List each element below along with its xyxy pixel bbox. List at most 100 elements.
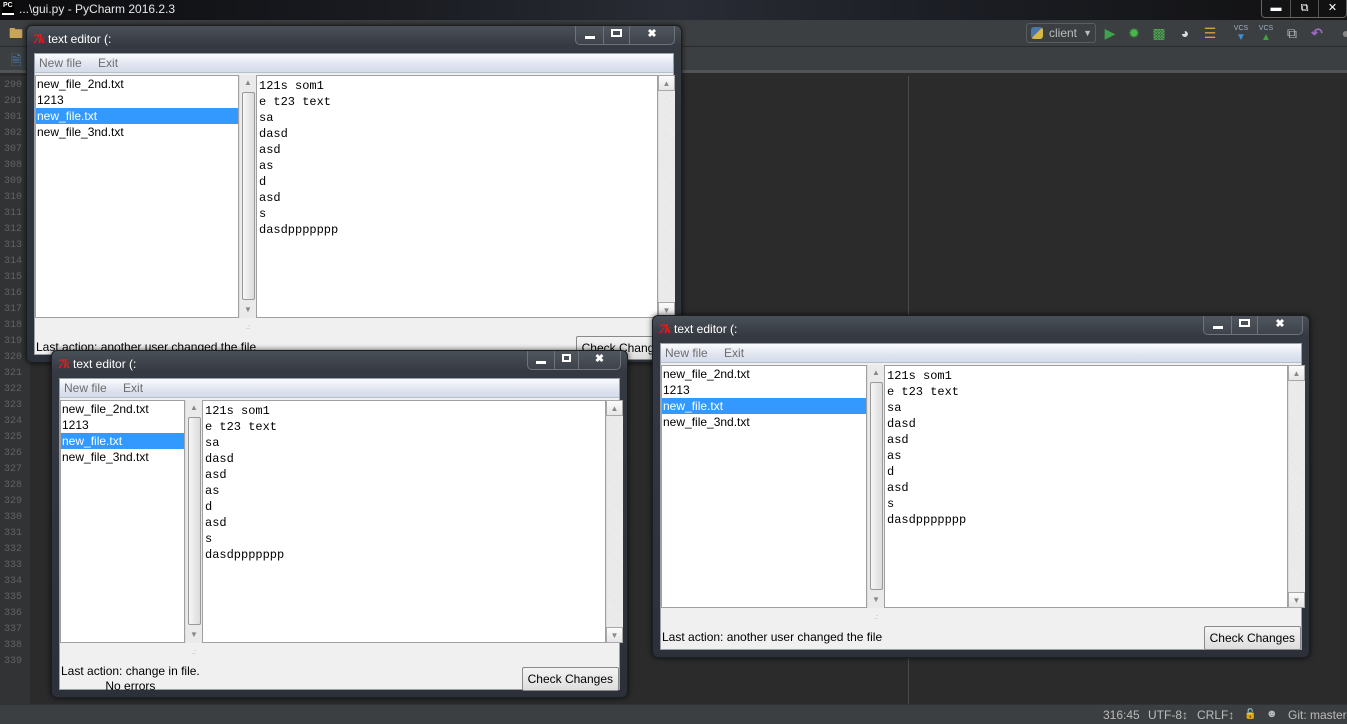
scroll-up-icon[interactable]: ▲ <box>1288 365 1305 381</box>
hector-inspector-icon[interactable]: ☻ <box>1266 708 1278 720</box>
file-list-item[interactable]: new_file_2nd.txt <box>36 76 238 92</box>
minimize-icon <box>536 360 546 364</box>
file-listbox[interactable]: new_file_2nd.txt 1213 new_file.txt new_file… <box>60 400 185 643</box>
vcs-history-icon[interactable]: ⧉ <box>1283 24 1301 42</box>
line-number: 313 <box>4 240 23 251</box>
line-number: 335 <box>4 592 23 603</box>
maximize-button[interactable] <box>554 351 578 369</box>
file-content-text[interactable]: 121s som1 e t23 text sa dasd asd as d asd s dasdp… <box>202 400 606 643</box>
window-controls: ✖ <box>527 351 621 370</box>
line-number: 316 <box>4 288 23 299</box>
text-scrollbar[interactable]: ▲ ▼ <box>658 75 675 318</box>
status-label: Last action: another user changed the fi… <box>662 630 882 645</box>
profile-icon[interactable]: ◕ <box>1176 24 1194 42</box>
scrollbar-thumb[interactable] <box>870 382 883 590</box>
python-icon <box>1031 27 1043 39</box>
file-list-item[interactable]: new_file.txt <box>61 433 184 449</box>
resize-grip-icon[interactable]: .: <box>192 649 196 656</box>
file-listbox[interactable]: new_file_2nd.txt 1213 new_file.txt new_file… <box>661 365 867 608</box>
file-list-item[interactable]: new_file_3nd.txt <box>61 449 184 465</box>
file-list-scrollbar[interactable]: ▲ ▼ <box>867 365 884 608</box>
scrollbar-thumb[interactable] <box>242 92 255 300</box>
check-changes-button[interactable]: Check Changes <box>1203 626 1301 650</box>
vcs-branch[interactable]: Git: master <box>1288 708 1347 722</box>
file-list-item[interactable]: new_file_2nd.txt <box>662 366 866 382</box>
scroll-down-icon[interactable]: ▼ <box>186 627 202 643</box>
file-encoding[interactable]: UTF-8↕ <box>1148 708 1188 722</box>
close-icon: ✖ <box>647 28 657 40</box>
coverage-icon[interactable]: ▩ <box>1150 24 1168 42</box>
text-scrollbar[interactable]: ▲ ▼ <box>606 400 623 643</box>
run-icon[interactable]: ▶ <box>1101 24 1119 42</box>
revert-icon[interactable]: ↶ <box>1308 24 1326 42</box>
text-line: as <box>205 484 220 498</box>
scrollbar-thumb[interactable] <box>188 417 201 625</box>
file-list-item[interactable]: new_file_2nd.txt <box>61 401 184 417</box>
menu-exit[interactable]: Exit <box>98 56 118 70</box>
ide-minimize-button[interactable]: ▬ <box>1262 0 1290 17</box>
resize-grip-icon[interactable]: .: <box>874 614 878 621</box>
vcs-update-icon[interactable]: VCS ▼ <box>1232 25 1250 43</box>
file-list-item[interactable]: 1213 <box>662 382 866 398</box>
open-folder-icon[interactable]: 🖿 <box>7 24 25 42</box>
line-separator[interactable]: CRLF↕ <box>1197 708 1234 722</box>
scroll-down-icon[interactable]: ▼ <box>606 627 623 643</box>
text-line: dasdppppppp <box>259 223 339 237</box>
file-list-item[interactable]: new_file_3nd.txt <box>36 124 238 140</box>
python-file-icon[interactable]: 🗎 <box>7 51 25 69</box>
scroll-up-icon[interactable]: ▲ <box>658 75 675 91</box>
resize-grip-icon[interactable]: .: <box>246 324 250 331</box>
scroll-up-icon[interactable]: ▲ <box>186 400 202 416</box>
close-button[interactable]: ✖ <box>578 351 620 369</box>
maximize-button[interactable] <box>603 26 629 44</box>
scroll-down-icon[interactable]: ▼ <box>240 302 256 318</box>
menu-exit[interactable]: Exit <box>123 381 143 395</box>
file-list-item[interactable]: new_file.txt <box>36 108 238 124</box>
debug-icon[interactable]: ✹ <box>1125 24 1143 42</box>
minimize-button[interactable] <box>528 351 554 369</box>
close-button[interactable]: ✖ <box>629 26 674 44</box>
scroll-up-icon[interactable]: ▲ <box>606 400 623 416</box>
menu-new-file[interactable]: New file <box>64 381 107 395</box>
lock-icon[interactable]: 🔓 <box>1244 709 1256 720</box>
vcs-commit-icon[interactable]: VCS ▲ <box>1257 25 1275 43</box>
scroll-down-icon[interactable]: ▼ <box>1288 592 1305 608</box>
file-list-item[interactable]: 1213 <box>61 417 184 433</box>
line-number: 314 <box>4 256 23 267</box>
close-button[interactable]: ✖ <box>1257 316 1302 334</box>
ide-restore-button[interactable]: ⧉ <box>1290 0 1318 17</box>
toolbar-overflow-icon[interactable]: ● <box>1337 24 1347 42</box>
maximize-button[interactable] <box>1231 316 1257 334</box>
line-number: 302 <box>4 128 23 139</box>
menu-new-file[interactable]: New file <box>665 346 708 360</box>
concurrency-icon[interactable]: ☰ <box>1201 24 1219 42</box>
scroll-up-icon[interactable]: ▲ <box>240 75 256 91</box>
caret-position[interactable]: 316:45 <box>1103 708 1140 722</box>
file-list-item[interactable]: new_file_3nd.txt <box>662 414 866 430</box>
line-number: 330 <box>4 512 23 523</box>
line-number: 317 <box>4 304 23 315</box>
scroll-down-icon[interactable]: ▼ <box>868 592 884 608</box>
menu-new-file[interactable]: New file <box>39 56 82 70</box>
file-listbox[interactable]: new_file_2nd.txt 1213 new_file.txt new_file… <box>35 75 239 318</box>
file-list-item[interactable]: 1213 <box>36 92 238 108</box>
close-icon: ✖ <box>1275 318 1285 330</box>
text-editor-window-2: 7k text editor (: ✖ New file Exit new_fil… <box>51 350 628 698</box>
line-number: 323 <box>4 400 23 411</box>
line-number: 324 <box>4 416 23 427</box>
menu-exit[interactable]: Exit <box>724 346 744 360</box>
check-changes-button[interactable]: Check Changes <box>521 667 619 691</box>
file-content-text[interactable]: 121s som1 e t23 text sa dasd asd as d asd s dasdp… <box>884 365 1288 608</box>
text-scrollbar[interactable]: ▲ ▼ <box>1288 365 1305 608</box>
line-number: 319 <box>4 336 23 347</box>
scroll-up-icon[interactable]: ▲ <box>868 365 884 381</box>
file-list-item[interactable]: new_file.txt <box>662 398 866 414</box>
file-list-scrollbar[interactable]: ▲ ▼ <box>185 400 202 643</box>
file-content-text[interactable]: 121s som1 e t23 text sa dasd asd as d asd s dasdp… <box>256 75 658 318</box>
minimize-button[interactable] <box>576 26 603 44</box>
text-editor-window-1: 7k text editor (: ✖ New file Exit new_fil… <box>26 25 682 363</box>
ide-close-button[interactable]: ✕ <box>1318 0 1346 17</box>
run-config-select[interactable]: client ▼ <box>1026 23 1096 43</box>
file-list-scrollbar[interactable]: ▲ ▼ <box>239 75 256 318</box>
minimize-button[interactable] <box>1204 316 1231 334</box>
